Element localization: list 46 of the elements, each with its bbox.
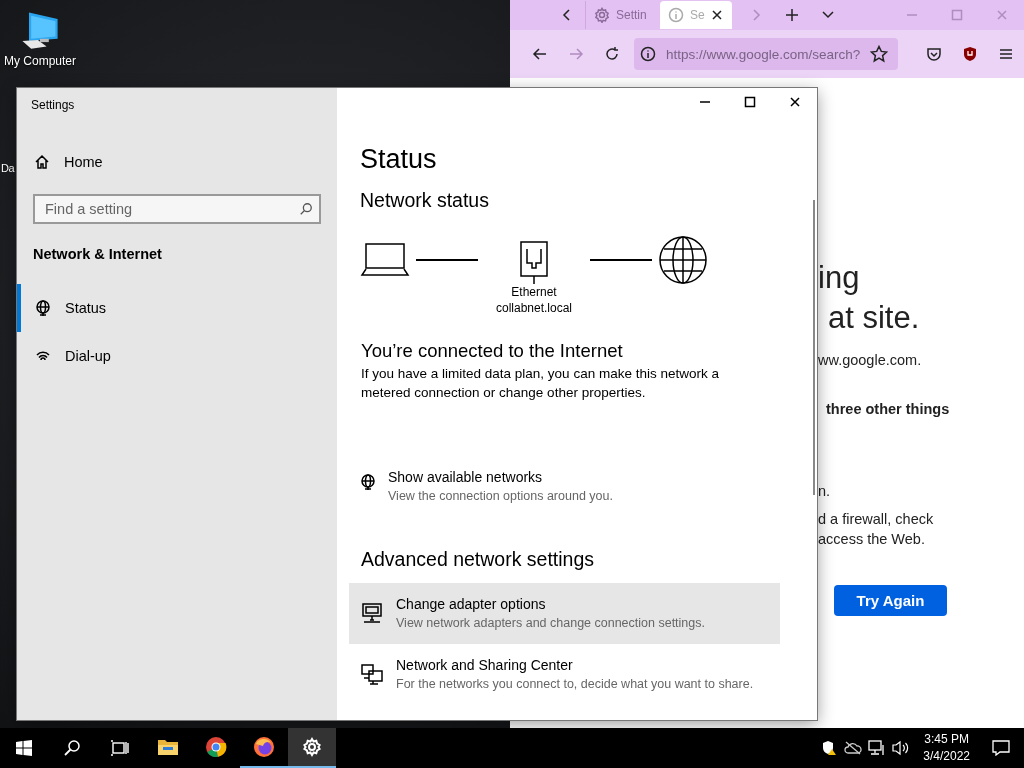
sidebar-item[interactable]: Status: [17, 284, 337, 332]
error-text: n.: [818, 482, 831, 501]
clock-time[interactable]: 3:45 PM: [923, 731, 970, 748]
connector-line: [590, 259, 652, 261]
error-heading: at site.: [828, 299, 920, 337]
adapter-label: Ethernet: [511, 284, 557, 300]
sidebar-item[interactable]: Dial-up: [17, 332, 337, 380]
settings-link[interactable]: Network and Sharing Center For the networks you connect to, decide what you want to share.: [349, 644, 780, 705]
scrollbar[interactable]: [813, 200, 815, 495]
section-heading: Network & Internet: [32, 245, 163, 264]
star-icon[interactable]: [870, 45, 889, 63]
home-icon: [34, 154, 50, 170]
globe-icon: [35, 300, 51, 316]
laptop-icon: [360, 242, 410, 278]
ethernet-port-icon: [519, 240, 549, 284]
error-heading: ing: [818, 259, 861, 297]
status-text: If you have a limited data plan, you can make this network a metered connection or change other properties.: [361, 365, 720, 402]
section-heading: Advanced network settings: [361, 547, 595, 572]
monitor-icon: [360, 601, 384, 625]
gear-icon[interactable]: [288, 728, 336, 768]
section-heading: Network status: [360, 188, 489, 213]
window-title: Settings: [30, 97, 76, 114]
computers-icon: [360, 662, 384, 686]
error-text: access the Web.: [818, 530, 926, 549]
gear-icon: [594, 7, 610, 23]
status-heading: You’re connected to the Internet: [361, 339, 623, 363]
settings-link[interactable]: Change adapter options View network adapters and change connection settings.: [349, 583, 780, 644]
desktop-icon-label[interactable]: Da: [1, 162, 15, 174]
error-text: three other things: [826, 400, 950, 419]
page-title: Status: [360, 143, 437, 176]
connector-line: [416, 259, 478, 261]
info-icon: [668, 7, 684, 23]
error-text: d a firewall, check: [818, 510, 934, 529]
desktop-icon-label[interactable]: My Computer: [4, 54, 76, 68]
close-icon[interactable]: [710, 9, 723, 21]
search-field[interactable]: Find a setting: [33, 194, 321, 224]
search-icon[interactable]: [299, 202, 313, 216]
clock-date[interactable]: 3/4/2022: [923, 748, 970, 765]
info-icon[interactable]: [640, 46, 656, 62]
home-link[interactable]: Home: [17, 138, 337, 186]
settings-link[interactable]: Show available networks View the connection options around you.: [349, 456, 780, 517]
error-text: ww.google.com.: [818, 351, 922, 370]
network-label: collabnet.local: [495, 300, 573, 316]
globe-icon: [360, 474, 376, 490]
try-again-button[interactable]: Try Again: [834, 585, 947, 616]
globe-icon: [658, 235, 708, 285]
